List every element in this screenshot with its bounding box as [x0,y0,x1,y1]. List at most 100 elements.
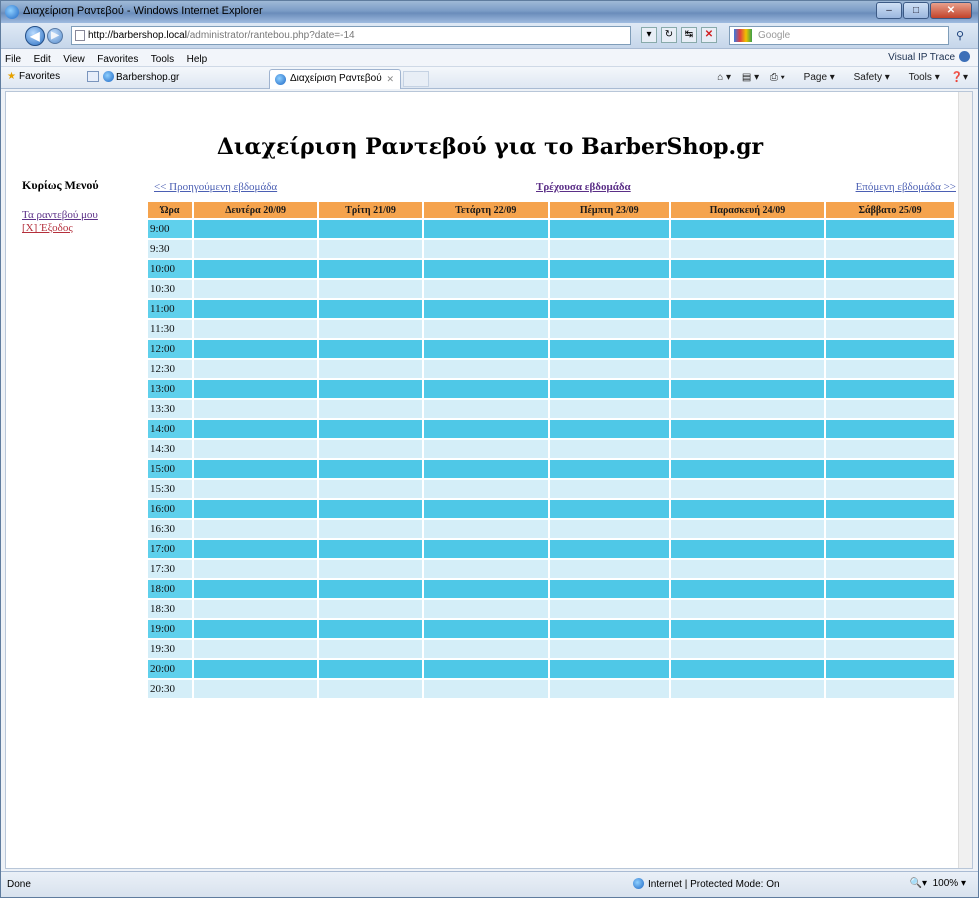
feeds-icon[interactable]: ▤ ▾ [742,72,759,83]
appointment-slot[interactable] [826,260,954,278]
appointment-slot[interactable] [194,220,318,238]
appointment-slot[interactable] [319,300,422,318]
dropdown-icon[interactable]: ▾ [641,27,657,43]
appointment-slot[interactable] [670,280,825,298]
back-button[interactable]: ◀ [25,26,45,46]
appointment-slot[interactable] [194,480,318,498]
appointment-slot[interactable] [423,400,548,418]
appointment-slot[interactable] [319,640,422,658]
safety-menu[interactable]: Safety ▾ [846,72,890,83]
current-week-link[interactable]: Τρέχουσα εβδομάδα [536,181,631,193]
appointment-slot[interactable] [194,640,318,658]
appointment-slot[interactable] [826,280,954,298]
appointment-slot[interactable] [194,420,318,438]
appointment-slot[interactable] [319,420,422,438]
appointment-slot[interactable] [670,220,825,238]
appointment-slot[interactable] [670,580,825,598]
appointment-slot[interactable] [826,560,954,578]
appointment-slot[interactable] [826,580,954,598]
appointment-slot[interactable] [194,300,318,318]
appointment-slot[interactable] [549,580,669,598]
appointment-slot[interactable] [319,600,422,618]
appointment-slot[interactable] [319,340,422,358]
new-tab-button[interactable] [403,71,429,87]
appointment-slot[interactable] [194,240,318,258]
appointment-slot[interactable] [194,460,318,478]
appointment-slot[interactable] [670,480,825,498]
appointment-slot[interactable] [194,280,318,298]
appointment-slot[interactable] [423,460,548,478]
minimize-button[interactable]: – [876,2,902,19]
appointment-slot[interactable] [319,400,422,418]
favorite-site-link[interactable]: Barbershop.gr [87,71,179,83]
search-input[interactable]: Google [729,26,949,45]
appointment-slot[interactable] [423,220,548,238]
appointment-slot[interactable] [319,540,422,558]
appointment-slot[interactable] [423,420,548,438]
appointment-slot[interactable] [670,640,825,658]
appointment-slot[interactable] [194,540,318,558]
appointment-slot[interactable] [194,440,318,458]
appointment-slot[interactable] [826,620,954,638]
tab-active[interactable]: Διαχείριση Ραντεβού ✕ [269,69,401,89]
appointment-slot[interactable] [549,600,669,618]
appointment-slot[interactable] [670,400,825,418]
appointment-slot[interactable] [423,660,548,678]
appointment-slot[interactable] [549,520,669,538]
appointment-slot[interactable] [549,620,669,638]
appointment-slot[interactable] [423,640,548,658]
appointment-slot[interactable] [670,600,825,618]
appointment-slot[interactable] [194,560,318,578]
menu-view[interactable]: View [59,51,89,65]
appointment-slot[interactable] [670,620,825,638]
appointment-slot[interactable] [549,280,669,298]
appointment-slot[interactable] [549,460,669,478]
home-icon[interactable]: ⌂ ▾ [717,72,731,83]
appointment-slot[interactable] [670,660,825,678]
quick-tabs-icon[interactable] [87,71,99,82]
appointment-slot[interactable] [549,500,669,518]
appointment-slot[interactable] [423,520,548,538]
appointment-slot[interactable] [549,440,669,458]
appointment-slot[interactable] [549,380,669,398]
appointment-slot[interactable] [194,320,318,338]
maximize-button[interactable]: □ [903,2,929,19]
appointment-slot[interactable] [319,680,422,698]
appointment-slot[interactable] [826,400,954,418]
appointment-slot[interactable] [423,380,548,398]
appointment-slot[interactable] [826,220,954,238]
appointment-slot[interactable] [670,260,825,278]
appointment-slot[interactable] [319,460,422,478]
appointment-slot[interactable] [319,560,422,578]
appointment-slot[interactable] [826,380,954,398]
appointment-slot[interactable] [670,340,825,358]
appointment-slot[interactable] [826,460,954,478]
appointment-slot[interactable] [670,320,825,338]
appointment-slot[interactable] [194,380,318,398]
appointment-slot[interactable] [423,600,548,618]
tools-menu[interactable]: Tools ▾ [901,72,940,83]
appointment-slot[interactable] [670,240,825,258]
search-icon[interactable]: ⚲ [956,29,964,42]
menu-help[interactable]: Help [183,51,212,65]
appointment-slot[interactable] [670,680,825,698]
my-appointments-link[interactable]: Τα ραντεβού μου [22,209,132,222]
print-icon[interactable]: ⎙ ▾ [770,72,785,83]
appointment-slot[interactable] [670,540,825,558]
page-menu[interactable]: Page ▾ [796,72,835,83]
appointment-slot[interactable] [194,600,318,618]
appointment-slot[interactable] [319,280,422,298]
appointment-slot[interactable] [194,260,318,278]
appointment-slot[interactable] [423,500,548,518]
appointment-slot[interactable] [549,340,669,358]
appointment-slot[interactable] [826,440,954,458]
appointment-slot[interactable] [549,360,669,378]
appointment-slot[interactable] [826,520,954,538]
appointment-slot[interactable] [549,480,669,498]
appointment-slot[interactable] [549,660,669,678]
vertical-scrollbar[interactable] [958,92,972,868]
appointment-slot[interactable] [319,480,422,498]
appointment-slot[interactable] [670,520,825,538]
appointment-slot[interactable] [319,580,422,598]
appointment-slot[interactable] [549,260,669,278]
